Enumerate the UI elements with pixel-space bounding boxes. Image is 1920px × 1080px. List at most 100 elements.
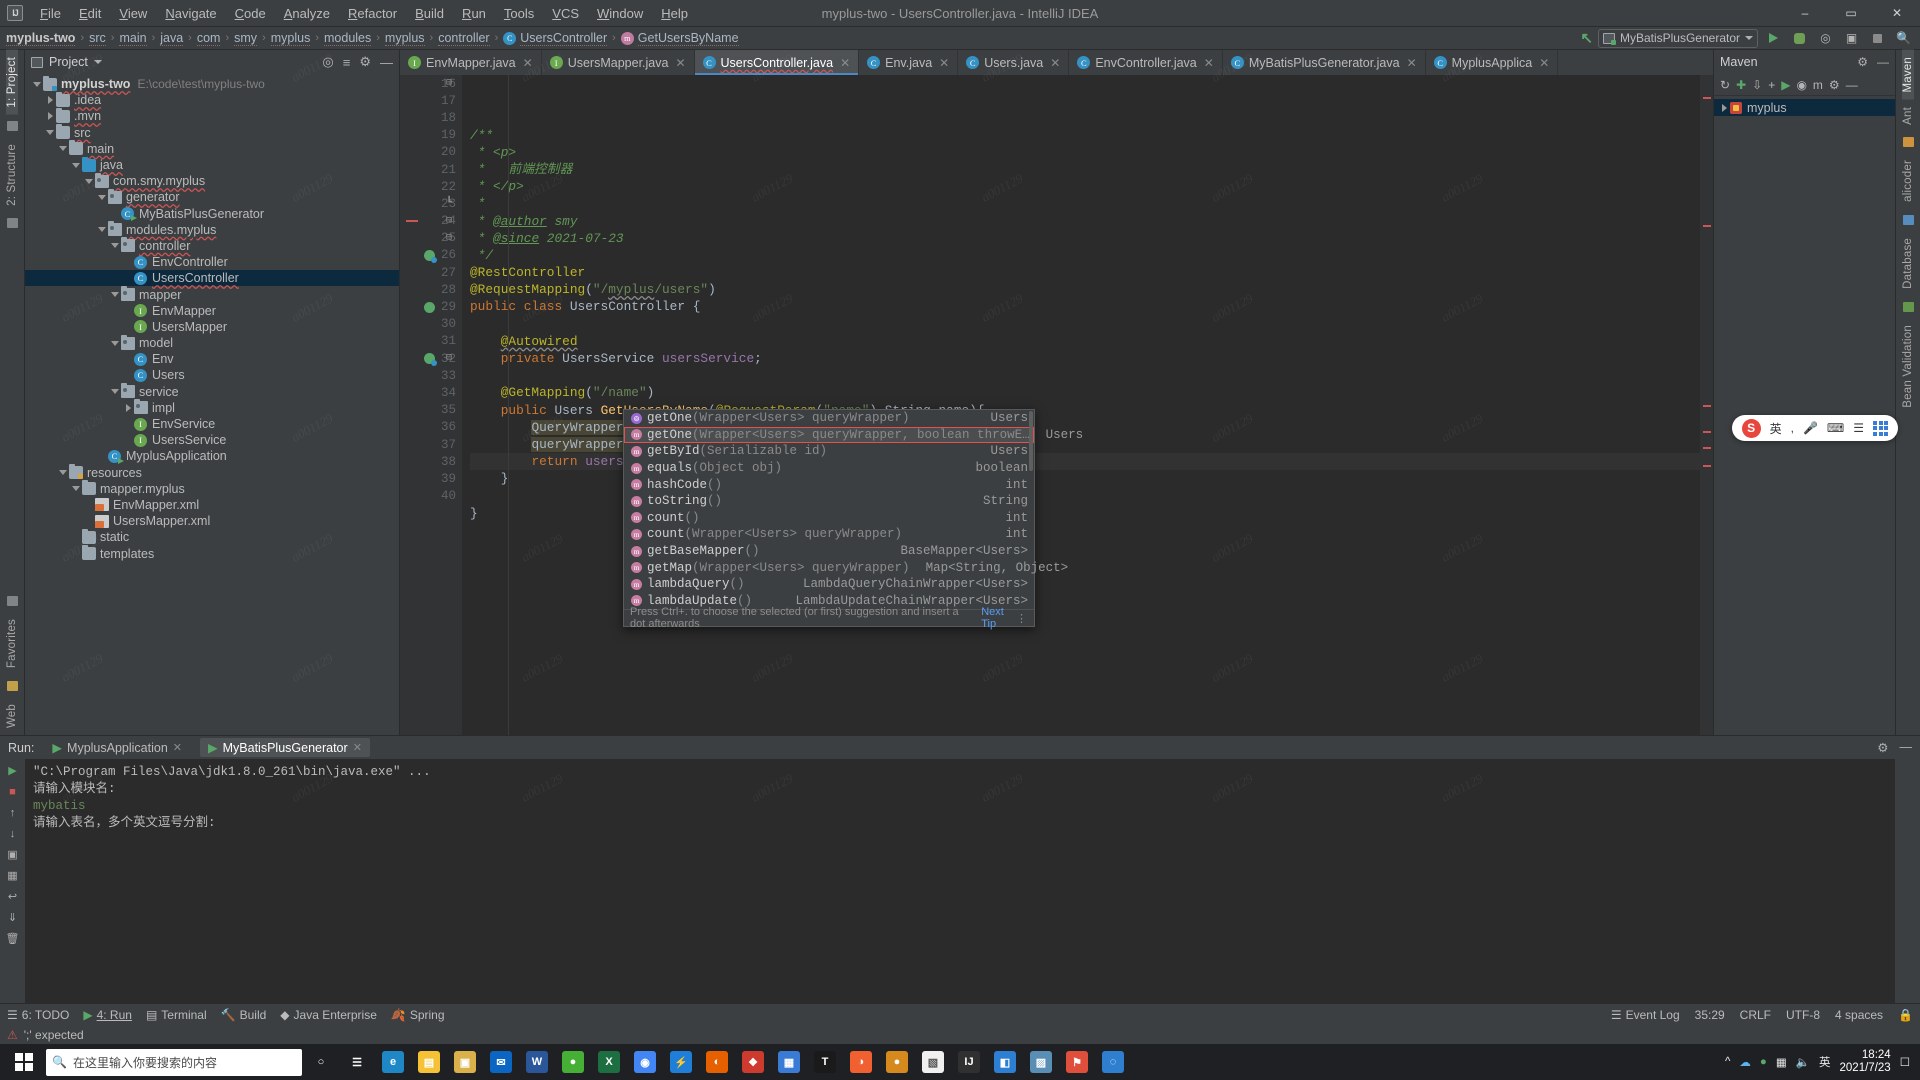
sidebar-item-structure[interactable]: 2: Structure — [6, 137, 18, 213]
completion-item-getbyid[interactable]: mgetById(Serializable id)Users — [624, 443, 1034, 460]
thunder-icon[interactable]: ⚡ — [664, 1046, 698, 1078]
tree-node-main[interactable]: main — [25, 141, 399, 157]
status-build[interactable]: 🔨 Build — [221, 1008, 267, 1022]
postman-icon[interactable]: ◑ — [844, 1046, 878, 1078]
tree-node-envservice[interactable]: IEnvService — [25, 416, 399, 432]
collapse-arrow-icon[interactable] — [109, 292, 121, 297]
collapse-arrow-icon[interactable] — [109, 389, 121, 394]
completion-scrollbar[interactable] — [1029, 411, 1033, 471]
code-line-18[interactable]: * 前端控制器 — [470, 161, 1700, 178]
star-icon[interactable] — [7, 681, 18, 691]
collapse-arrow-icon[interactable] — [96, 227, 108, 232]
commit-icon[interactable] — [7, 121, 18, 131]
sogou-ime-bar[interactable]: S 英 , 🎤 ⌨ ☰ — [1732, 415, 1898, 441]
run-configuration-selector[interactable]: MyBatisPlusGenerator — [1598, 29, 1758, 48]
tree-node-java[interactable]: java — [25, 157, 399, 173]
profile-button[interactable]: ▣ — [1841, 29, 1862, 48]
run-button[interactable] — [1763, 29, 1784, 48]
completion-item-tostring[interactable]: mtoString()String — [624, 493, 1034, 510]
collapse-arrow-icon[interactable] — [109, 341, 121, 346]
plus-icon[interactable]: + — [1768, 78, 1775, 92]
expand-arrow-icon[interactable] — [44, 96, 56, 104]
hide-panel-icon[interactable]: — — [380, 55, 393, 70]
close-icon[interactable]: ✕ — [1204, 56, 1214, 70]
settings-gear-icon[interactable]: ⚙ — [1857, 55, 1868, 69]
tray-network-icon[interactable]: ▦ — [1776, 1055, 1787, 1069]
collapse-arrow-icon[interactable] — [83, 179, 95, 184]
pin-icon[interactable]: ⚑ — [1060, 1046, 1094, 1078]
close-icon[interactable]: ✕ — [173, 741, 182, 754]
spring-bean-gutter-icon[interactable] — [424, 250, 435, 261]
add-icon[interactable]: ✚ — [1736, 78, 1746, 92]
reload-icon[interactable]: ↻ — [1720, 78, 1730, 92]
line-separator[interactable]: CRLF — [1740, 1008, 1771, 1022]
database-icon[interactable] — [1903, 215, 1914, 225]
tree-node-env[interactable]: CEnv — [25, 351, 399, 367]
rerun-icon[interactable]: ▶ — [5, 763, 20, 778]
close-button[interactable]: ✕ — [1874, 0, 1920, 27]
editor-tab-userscontroller-java[interactable]: CUsersController.java✕ — [695, 50, 860, 75]
wechat-icon[interactable]: ● — [556, 1046, 590, 1078]
locate-file-icon[interactable]: ◎ — [322, 54, 333, 70]
grid-icon[interactable] — [1873, 421, 1888, 436]
tree-node-service[interactable]: service — [25, 384, 399, 400]
taskbar-clock[interactable]: 18:24 2021/7/23 — [1840, 1049, 1891, 1075]
code-fold-icon[interactable]: ⊟ — [446, 217, 455, 226]
editor-tab-envcontroller-java[interactable]: CEnvController.java✕ — [1069, 50, 1223, 75]
gutter-line-32[interactable]: ⊟32 — [400, 350, 462, 367]
notification-icon[interactable]: ☐ — [1900, 1055, 1910, 1069]
collapse-icon[interactable]: — — [1846, 78, 1858, 92]
soft-wrap-icon[interactable]: ↩ — [5, 889, 20, 904]
gutter-line-20[interactable]: 20 — [400, 144, 462, 161]
code-line-20[interactable]: * — [470, 195, 1700, 212]
editor-tab-mybatisplusgenerator-java[interactable]: CMyBatisPlusGenerator.java✕ — [1223, 50, 1426, 75]
pin-icon[interactable] — [7, 596, 18, 606]
debug-button[interactable] — [1789, 29, 1810, 48]
tray-volume-icon[interactable]: 🔈 — [1796, 1055, 1810, 1069]
maven-project-row[interactable]: myplus — [1714, 99, 1895, 116]
expand-arrow-icon[interactable] — [44, 112, 56, 120]
minimize-button[interactable]: – — [1782, 0, 1828, 27]
gutter-line-21[interactable]: 21 — [400, 161, 462, 178]
tree-node-usersmapper[interactable]: IUsersMapper — [25, 319, 399, 335]
firefox-icon[interactable]: ◐ — [700, 1046, 734, 1078]
start-button[interactable] — [4, 1045, 44, 1079]
tree-node-static[interactable]: static — [25, 529, 399, 545]
status-todo[interactable]: ☰ 6: TODO — [7, 1008, 69, 1022]
mic-icon[interactable]: 🎤 — [1803, 421, 1818, 435]
gutter-line-29[interactable]: 29 — [400, 298, 462, 315]
editor-tab-envmapper-java[interactable]: IEnvMapper.java✕ — [400, 50, 542, 75]
event-log-button[interactable]: ☰ Event Log — [1611, 1008, 1680, 1022]
gutter-line-34[interactable]: 34 — [400, 384, 462, 401]
breadcrumb-item-myplus[interactable]: myplus — [271, 31, 311, 46]
tree-node-usersmapper-xml[interactable]: UsersMapper.xml — [25, 513, 399, 529]
comma-icon[interactable]: , — [1791, 421, 1794, 435]
close-icon[interactable]: ✕ — [1050, 56, 1060, 70]
editor-marker-bar[interactable] — [1700, 75, 1713, 735]
close-icon[interactable]: ✕ — [523, 56, 533, 70]
app2-icon[interactable]: ▦ — [772, 1046, 806, 1078]
completion-item-lambdaupdate[interactable]: mlambdaUpdate()LambdaUpdateChainWrapper<… — [624, 593, 1034, 610]
alibaba-coding-icon[interactable] — [1903, 137, 1914, 147]
tree-node-impl[interactable]: impl — [25, 400, 399, 416]
tree-node-modules-myplus[interactable]: modules.myplus — [25, 222, 399, 238]
editor-tab-myplusapplica[interactable]: CMyplusApplica✕ — [1426, 50, 1559, 75]
spring-bean-gutter-icon[interactable] — [424, 353, 435, 364]
coverage-button[interactable]: ◎ — [1815, 29, 1836, 48]
completion-item-getone[interactable]: mgetOne(Wrapper<Users> queryWrapper, boo… — [624, 427, 1034, 444]
completion-item-getone[interactable]: ⊚getOne(Wrapper<Users> queryWrapper)User… — [624, 410, 1034, 427]
menu-item-refactor[interactable]: Refactor — [339, 2, 406, 25]
collapse-arrow-icon[interactable] — [70, 163, 82, 168]
tree-node-users[interactable]: CUsers — [25, 367, 399, 383]
sidebar-item-ant[interactable]: Ant — [1902, 100, 1914, 132]
completion-item-getmap[interactable]: mgetMap(Wrapper<Users> queryWrapper)Map<… — [624, 559, 1034, 576]
menu-item-navigate[interactable]: Navigate — [156, 2, 225, 25]
gutter-line-18[interactable]: 18 — [400, 109, 462, 126]
gutter-line-19[interactable]: 19 — [400, 127, 462, 144]
taskbar-search-input[interactable]: 🔍 在这里输入你要搜索的内容 — [46, 1049, 302, 1076]
settings-gear-icon[interactable]: ⚙ — [1877, 740, 1888, 755]
breadcrumb-item-src[interactable]: src — [89, 31, 106, 46]
download-icon[interactable]: ⇩ — [1752, 78, 1762, 92]
gutter-line-35[interactable]: 35 — [400, 402, 462, 419]
tree-node-mapper[interactable]: mapper — [25, 286, 399, 302]
